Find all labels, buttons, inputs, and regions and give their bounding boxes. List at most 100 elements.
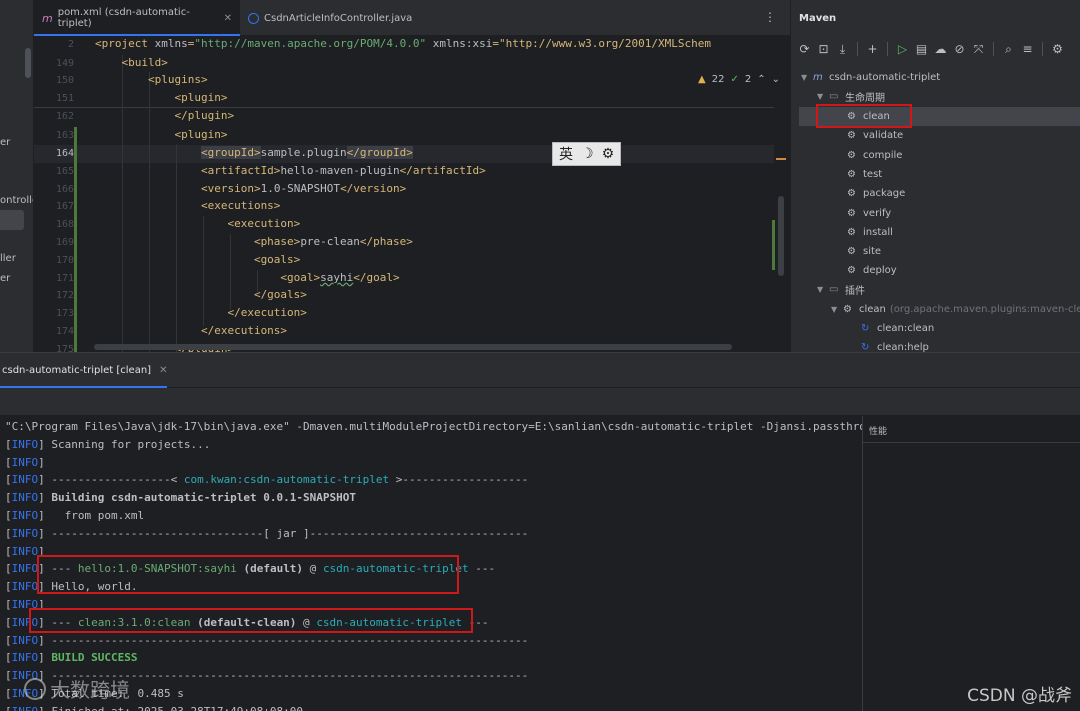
lifecycle-item-deploy[interactable]: ⚙ deploy [847, 261, 897, 280]
code-line[interactable]: <execution> [95, 217, 300, 230]
editor-horizontal-scrollbar[interactable] [94, 344, 732, 350]
project-item-fragment[interactable]: er [0, 137, 10, 148]
code-line[interactable]: <plugins> [95, 73, 208, 86]
line-number[interactable]: 164 [50, 148, 74, 159]
settings-icon[interactable]: ⚙ [1050, 40, 1065, 58]
code-line[interactable]: <plugin> [95, 91, 227, 104]
lifecycle-item-compile[interactable]: ⚙ compile [847, 146, 902, 165]
line-number[interactable]: 172 [50, 290, 74, 301]
chevron-down-icon[interactable]: ▼ [817, 92, 829, 101]
code-line[interactable]: <goals> [95, 253, 300, 266]
tree-plugins[interactable]: ▼ ▭ 插件 [817, 280, 865, 299]
skip-tests-icon[interactable]: ⊘ [952, 40, 967, 58]
project-scrollbar[interactable] [25, 48, 31, 78]
collapse-icon[interactable]: ⤧ [971, 40, 986, 58]
reimport-icon[interactable]: ⊡ [816, 40, 831, 58]
show-dependencies-icon[interactable]: ≡ [1020, 40, 1035, 58]
performance-label: 性能 [869, 427, 888, 437]
line-number[interactable]: 162 [50, 111, 74, 122]
maven-title: Maven [799, 13, 837, 24]
tab-run-config[interactable]: csdn-automatic-triplet [clean] ✕ [0, 353, 168, 388]
chevron-up-icon[interactable]: ⌃ [757, 74, 765, 85]
download-icon[interactable]: ⤓ [835, 40, 850, 58]
tree-goal[interactable]: ↻ clean:help [861, 338, 929, 352]
chevron-down-icon[interactable]: ⌄ [772, 74, 780, 85]
execute-goal-icon[interactable]: ▤ [914, 40, 929, 58]
ime-lang-icon[interactable]: 英 [559, 144, 573, 164]
code-line[interactable]: <phase>pre-clean</phase> [95, 235, 413, 248]
line-number[interactable]: 170 [50, 255, 74, 266]
line-number[interactable]: 165 [50, 166, 74, 177]
lifecycle-label: validate [863, 130, 904, 142]
close-icon[interactable]: ✕ [224, 13, 232, 24]
code-line[interactable]: <version>1.0-SNAPSHOT</version> [95, 182, 406, 195]
inspection-widget[interactable]: ▲ 22 ✓ 2 ⌃ ⌄ [698, 74, 780, 85]
tree-project[interactable]: ▼ m csdn-automatic-triplet [801, 68, 940, 87]
line-number[interactable]: 168 [50, 219, 74, 230]
chevron-down-icon[interactable]: ▼ [801, 73, 813, 82]
project-label: csdn-automatic-triplet [829, 72, 941, 83]
toolbar-separator [993, 42, 994, 56]
code-line[interactable]: <executions> [95, 199, 280, 212]
lifecycle-item-test[interactable]: ⚙ test [847, 165, 882, 184]
code-line[interactable]: <build> [95, 56, 167, 69]
project-item-fragment[interactable]: ller [0, 253, 16, 264]
gear-icon: ⚙ [847, 149, 856, 161]
editor-vertical-scrollbar[interactable] [778, 196, 784, 276]
chevron-down-icon[interactable]: ▼ [817, 285, 829, 294]
line-number[interactable]: 167 [50, 201, 74, 212]
console-output[interactable]: "C:\Program Files\Java\jdk-17\bin\java.e… [0, 416, 886, 711]
project-item-fragment[interactable]: ontrolle [0, 195, 33, 206]
gear-icon: ⚙ [847, 246, 856, 258]
line-number[interactable]: 163 [50, 130, 74, 141]
analyze-icon[interactable]: ⌕ [1001, 40, 1016, 58]
line-number[interactable]: 173 [50, 308, 74, 319]
refresh-icon[interactable]: ⟳ [797, 40, 812, 58]
code-line[interactable]: </goals> [95, 288, 307, 301]
tree-plugin-clean[interactable]: ▼ ⚙ clean (org.apache.maven.plugins:mave… [831, 300, 1080, 319]
code-line[interactable]: </execution> [95, 306, 306, 319]
line-number[interactable]: 169 [50, 237, 74, 248]
add-icon[interactable]: + [865, 40, 880, 58]
chevron-down-icon[interactable]: ▼ [831, 305, 843, 314]
line-number[interactable]: 2 [50, 39, 74, 50]
project-selection [0, 210, 24, 230]
gear-icon[interactable]: ⚙ [602, 146, 615, 162]
code-line[interactable]: <goal>sayhi</goal> [95, 271, 399, 284]
line-number[interactable]: 151 [50, 93, 74, 104]
project-item-fragment[interactable]: er [0, 273, 10, 284]
line-number[interactable]: 149 [50, 58, 74, 69]
tab-pom-xml[interactable]: m pom.xml (csdn-automatic-triplet) ✕ [34, 0, 240, 36]
code-line[interactable]: <project xmlns="http://maven.apache.org/… [95, 37, 711, 50]
code-line[interactable]: <groupId>sample.plugin</groupId> [95, 146, 413, 159]
lifecycle-item-validate[interactable]: ⚙ validate [847, 126, 903, 145]
plugin-clean-label: clean [859, 304, 886, 315]
lifecycle-item-package[interactable]: ⚙ package [847, 184, 905, 203]
code-area[interactable]: 2 <project xmlns="http://maven.apache.org… [34, 36, 790, 352]
line-number[interactable]: 175 [50, 344, 74, 352]
console-line: [INFO] ---------------------------------… [5, 633, 529, 647]
line-number[interactable]: 171 [50, 273, 74, 284]
close-icon[interactable]: ✕ [159, 365, 167, 376]
console-line: [INFO] Building csdn-automatic-triplet 0… [5, 491, 357, 505]
lifecycle-item-verify[interactable]: ⚙ verify [847, 204, 891, 223]
moon-icon[interactable]: ☽ [581, 146, 594, 162]
line-number[interactable]: 166 [50, 184, 74, 195]
offline-icon[interactable]: ☁ [933, 40, 948, 58]
line-number[interactable]: 174 [50, 326, 74, 337]
maven-icon: m [42, 11, 53, 25]
lifecycle-label: 生命周期 [845, 93, 885, 104]
line-number[interactable]: 150 [50, 75, 74, 86]
code-line[interactable]: </executions> [95, 324, 287, 337]
lifecycle-item-site[interactable]: ⚙ site [847, 242, 881, 261]
tree-goal[interactable]: ↻ clean:clean [861, 319, 934, 338]
tab-controller-java[interactable]: CsdnArticleInfoController.java [240, 0, 420, 36]
lifecycle-item-install[interactable]: ⚙ install [847, 223, 893, 242]
run-icon[interactable]: ▷ [895, 40, 910, 58]
editor: m pom.xml (csdn-automatic-triplet) ✕ Csd… [34, 0, 790, 352]
code-line[interactable]: <artifactId>hello-maven-plugin</artifact… [95, 164, 486, 177]
code-line[interactable]: </plugin> [95, 109, 234, 122]
code-line[interactable]: <plugin> [95, 128, 227, 141]
console-line: [INFO] Scanning for projects... [5, 437, 211, 451]
more-vertical-icon[interactable]: ⋮ [764, 10, 776, 24]
